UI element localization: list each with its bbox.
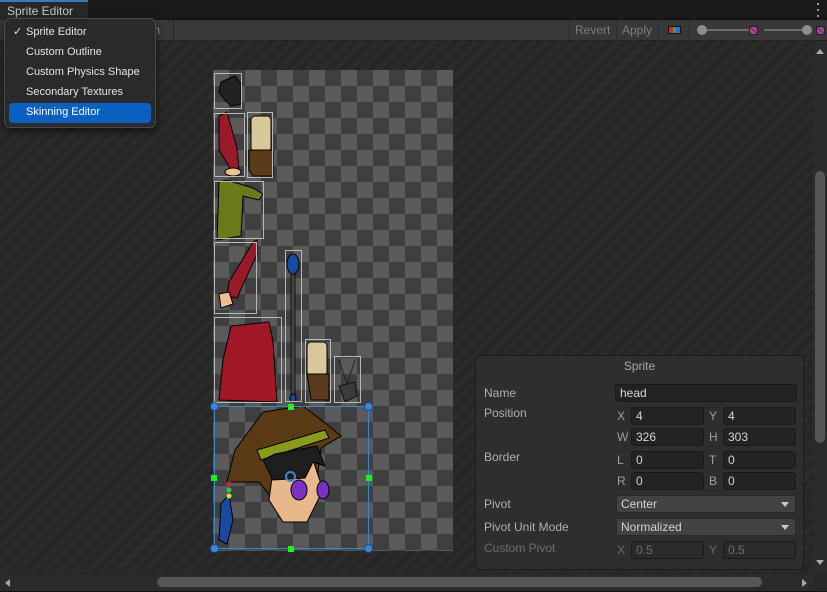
border-label: Border	[484, 450, 521, 464]
custom-pivot-x-field: 0.5	[631, 541, 704, 559]
pivot-unit-mode-dropdown[interactable]: Normalized	[616, 518, 796, 536]
scroll-right-arrow-icon[interactable]	[802, 579, 807, 587]
sprite-rect-amulet[interactable]	[334, 356, 361, 403]
custom-pivot-label: Custom Pivot	[484, 541, 556, 555]
horizontal-scrollbar-thumb[interactable]	[157, 577, 762, 587]
menu-item-custom-outline[interactable]: Custom Outline	[9, 43, 151, 63]
checkmark-icon: ✓	[13, 26, 23, 38]
position-y-label: Y	[709, 409, 718, 423]
texture-small-icon	[749, 26, 758, 35]
edge-handle-left[interactable]	[211, 475, 217, 481]
sprite-inspector-panel: Sprite Name head Position X 4 Y 4 W 326 …	[475, 355, 804, 570]
sprite-rect-boot-left[interactable]	[247, 112, 273, 178]
alpha-slider-knob[interactable]	[697, 25, 707, 35]
resize-handle-bottom-left[interactable]	[210, 544, 219, 553]
scroll-up-arrow-icon[interactable]	[816, 49, 824, 54]
sprite-rect-staff[interactable]	[285, 250, 302, 402]
border-l-field[interactable]: 0	[631, 451, 704, 469]
resize-handle-top-left[interactable]	[210, 402, 219, 411]
menu-item-label: Skinning Editor	[26, 106, 100, 118]
tab-bar: Sprite Editor	[0, 0, 827, 20]
border-l-label: L	[617, 453, 624, 467]
texture-large-icon	[816, 26, 825, 35]
custom-pivot-y-field: 0.5	[723, 541, 796, 559]
pivot-handle[interactable]	[285, 471, 296, 482]
sprite-rect-boot-right[interactable]	[305, 339, 331, 403]
inspector-title: Sprite	[623, 359, 656, 373]
pivot-label: Pivot	[484, 497, 511, 511]
zoom-slider[interactable]	[760, 23, 812, 37]
texture-preview	[210, 70, 453, 553]
sprite-editor-window: Sprite Editor m Revert Apply	[0, 0, 827, 592]
scrollbar-corner	[813, 573, 827, 592]
rgb-channels-icon	[668, 26, 681, 34]
size-w-field[interactable]: 326	[631, 428, 704, 446]
position-x-field[interactable]: 4	[631, 407, 704, 425]
rgb-toggle-button[interactable]	[658, 20, 690, 40]
resize-handle-top-right[interactable]	[364, 402, 373, 411]
menu-item-sprite-editor[interactable]: ✓ Sprite Editor	[9, 23, 151, 43]
tab-sprite-editor[interactable]: Sprite Editor	[0, 0, 88, 20]
vertical-scrollbar-thumb[interactable]	[815, 171, 825, 443]
border-t-field[interactable]: 0	[723, 451, 796, 469]
menu-item-label: Secondary Textures	[26, 86, 124, 98]
chevron-down-icon	[781, 502, 789, 507]
revert-button[interactable]: Revert	[569, 20, 616, 40]
border-r-label: R	[617, 474, 626, 488]
border-b-label: B	[709, 474, 718, 488]
menu-item-label: Custom Outline	[26, 46, 102, 58]
custom-pivot-y-label: Y	[709, 543, 718, 557]
sprite-rect-arm-right[interactable]	[214, 242, 257, 314]
sprite-rect-arm-left[interactable]	[214, 113, 245, 177]
editor-mode-menu: ✓ Sprite Editor Custom Outline Custom Ph…	[4, 18, 156, 128]
pivot-unit-mode-label: Pivot Unit Mode	[484, 520, 569, 534]
pivot-dropdown-value: Center	[621, 497, 658, 511]
scroll-left-arrow-icon[interactable]	[5, 579, 10, 587]
resize-handle-bottom-right[interactable]	[364, 544, 373, 553]
size-w-label: W	[617, 430, 629, 444]
edge-handle-right[interactable]	[366, 475, 372, 481]
menu-item-label: Custom Physics Shape	[26, 66, 140, 78]
position-x-label: X	[617, 409, 626, 423]
position-y-field[interactable]: 4	[723, 407, 796, 425]
pivot-unit-mode-value: Normalized	[621, 520, 682, 534]
chevron-down-icon	[781, 525, 789, 530]
border-r-field[interactable]: 0	[631, 472, 704, 490]
pivot-dropdown[interactable]: Center	[616, 495, 796, 513]
zoom-slider-knob[interactable]	[802, 25, 812, 35]
alpha-slider[interactable]	[697, 23, 755, 37]
sprite-rect-robe[interactable]	[214, 317, 282, 403]
custom-pivot-x-label: X	[617, 543, 626, 557]
border-t-label: T	[709, 453, 717, 467]
sprite-rect-hair-back[interactable]	[214, 73, 242, 109]
name-field[interactable]: head	[615, 384, 797, 402]
kebab-menu-icon[interactable]	[815, 3, 821, 17]
apply-button[interactable]: Apply	[616, 20, 658, 40]
horizontal-scrollbar[interactable]	[0, 575, 813, 591]
edge-handle-bottom[interactable]	[288, 546, 294, 552]
position-label: Position	[484, 406, 527, 420]
menu-item-custom-physics-shape[interactable]: Custom Physics Shape	[9, 63, 151, 83]
menu-item-label: Sprite Editor	[26, 26, 87, 38]
border-b-field[interactable]: 0	[723, 472, 796, 490]
sprite-rect-scarf[interactable]	[214, 181, 264, 239]
menu-item-secondary-textures[interactable]: Secondary Textures	[9, 83, 151, 103]
scroll-down-arrow-icon[interactable]	[816, 560, 824, 565]
name-label: Name	[484, 386, 517, 400]
menu-item-skinning-editor[interactable]: Skinning Editor	[9, 103, 151, 123]
size-h-label: H	[709, 430, 718, 444]
vertical-scrollbar[interactable]	[813, 41, 827, 573]
size-h-field[interactable]: 303	[723, 428, 796, 446]
edge-handle-top[interactable]	[288, 404, 294, 410]
